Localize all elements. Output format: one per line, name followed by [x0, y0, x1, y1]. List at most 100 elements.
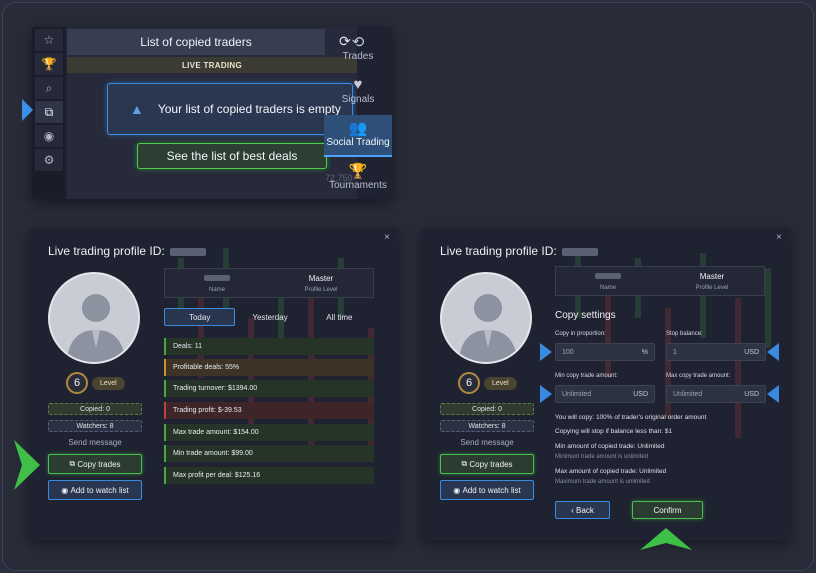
copy-icon: ⧉	[461, 459, 470, 468]
profile-title: Live trading profile ID:	[48, 244, 207, 258]
watchers-count: Watchers: 8	[440, 420, 534, 432]
period-tabs: Today Yesterday All time	[164, 308, 374, 326]
user-silhouette-icon	[66, 294, 126, 362]
proportion-input[interactable]: 100 %	[555, 343, 655, 361]
min-amount-input[interactable]: Unlimited USD	[555, 385, 655, 403]
proportion-value: 100	[562, 348, 574, 356]
stat-turnover: Trading turnover: $1394.00	[164, 380, 374, 397]
tab-today[interactable]: Today	[164, 308, 236, 326]
stop-balance-input[interactable]: 1 USD	[666, 343, 766, 361]
name-cell: Name	[165, 269, 269, 297]
send-message-link[interactable]: Send message	[440, 438, 534, 447]
pointer-arrow-icon	[767, 385, 779, 403]
nav-social-label: Social Trading	[326, 137, 390, 148]
pointer-arrow-icon	[540, 343, 552, 361]
name-label: Name	[599, 285, 616, 291]
pointer-arrow-icon	[14, 440, 40, 490]
copy-icon[interactable]: ⧉	[35, 101, 63, 123]
stat-max-trade: Max trade amount: $154.00	[164, 424, 374, 441]
max-summary-sub: Maximum trade amount is unlimited	[555, 479, 650, 485]
copied-traders-main: List of copied traders ⟳ LIVE TRADING ▲ …	[67, 27, 357, 199]
masked-id	[562, 247, 599, 256]
level-value: Master	[699, 272, 725, 281]
proportion-label: Copy in proportion:	[555, 331, 606, 337]
users-icon: 👥	[348, 120, 368, 137]
add-to-watch-list-button[interactable]: ◉ Add to watch list	[440, 480, 534, 500]
max-summary-line: Max amount of copied trade: Unlimited	[555, 468, 667, 475]
trophy-icon: 🏆	[348, 163, 368, 180]
avatar	[48, 272, 140, 364]
name-cell: Name	[556, 267, 660, 295]
max-amount-value: Unlimited	[673, 390, 703, 398]
copied-count: Copied: 0	[440, 403, 534, 415]
copy-settings-panel: Live trading profile ID: × 6 Level Copie…	[422, 228, 790, 540]
copy-trades-label: Copy trades	[77, 459, 121, 469]
profile-title-text: Live trading profile ID:	[440, 244, 557, 258]
trader-profile-panel: Live trading profile ID: × 6 Level Copie…	[30, 228, 398, 540]
stat-profit: Trading profit: $-39.53	[164, 402, 374, 419]
masked-id	[170, 247, 207, 256]
copy-trades-button[interactable]: ⧉ Copy trades	[440, 454, 534, 474]
empty-list-message: Your list of copied traders is empty	[157, 102, 341, 116]
copy-settings-title: Copy settings	[555, 310, 616, 321]
stop-balance-unit: USD	[744, 348, 759, 356]
panel-title: List of copied traders	[67, 29, 325, 55]
stop-summary-line: Copying will stop if balance less than: …	[555, 428, 673, 435]
masked-name	[204, 275, 230, 281]
add-to-watch-list-button[interactable]: ◉ Add to watch list	[48, 480, 142, 500]
gear-icon[interactable]: ⚙	[35, 149, 63, 171]
min-amount-value: Unlimited	[562, 390, 592, 398]
close-icon[interactable]: ×	[384, 232, 390, 243]
heartbeat-icon: ♥	[353, 76, 363, 93]
avatar	[440, 272, 532, 364]
best-deals-button[interactable]: See the list of best deals	[137, 143, 327, 169]
history-icon: ⟲	[351, 34, 365, 51]
confirm-button[interactable]: Confirm	[632, 501, 703, 519]
stat-min-trade: Min trade amount: $99.00	[164, 445, 374, 462]
profile-title-text: Live trading profile ID:	[48, 244, 165, 258]
pointer-arrow-icon	[540, 385, 552, 403]
min-amount-unit: USD	[633, 390, 648, 398]
copied-count: Copied: 0	[48, 403, 142, 415]
eye-icon: ◉	[453, 485, 463, 495]
left-sidebar: ☆ 🏆 ⌕ ⧉ ◉ ⚙	[32, 27, 65, 199]
profile-info-box: Name Master Profile Level	[164, 268, 374, 298]
nav-trades-label: Trades	[342, 51, 374, 62]
live-trading-bar: LIVE TRADING	[67, 57, 357, 73]
nav-trades[interactable]: ⟲ Trades	[324, 29, 392, 71]
level-label: Level	[484, 376, 517, 390]
copy-trades-label: Copy trades	[469, 459, 513, 469]
nav-signals[interactable]: ♥ Signals	[324, 72, 392, 114]
min-summary-sub: Minimum trade amount is unlimited	[555, 454, 649, 460]
min-amount-label: Min copy trade amount:	[555, 373, 618, 379]
name-label: Name	[208, 287, 225, 293]
search-icon[interactable]: ⌕	[35, 77, 63, 99]
level-badge: 6 Level	[66, 372, 125, 394]
level-number: 6	[66, 372, 88, 394]
max-amount-label: Max copy trade amount:	[666, 373, 731, 379]
copied-traders-panel: ☆ 🏆 ⌕ ⧉ ◉ ⚙ List of copied traders ⟳ LIV…	[32, 27, 392, 199]
close-icon[interactable]: ×	[776, 232, 782, 243]
profile-title: Live trading profile ID:	[440, 244, 599, 258]
star-icon[interactable]: ☆	[35, 29, 63, 51]
tab-all-time[interactable]: All time	[305, 308, 374, 326]
level-cell-label: Profile Level	[695, 285, 729, 291]
copy-trades-button[interactable]: ⧉ Copy trades	[48, 454, 142, 474]
trophy-icon[interactable]: 🏆	[35, 53, 63, 75]
level-cell-label: Profile Level	[304, 287, 338, 293]
nav-signals-label: Signals	[341, 94, 375, 105]
level-label: Level	[92, 376, 125, 390]
max-amount-unit: USD	[744, 390, 759, 398]
eye-icon[interactable]: ◉	[35, 125, 63, 147]
copy-icon: ⧉	[69, 459, 78, 468]
tab-yesterday[interactable]: Yesterday	[235, 308, 304, 326]
proportion-unit: %	[641, 348, 648, 356]
pointer-arrow-icon	[640, 528, 692, 550]
back-button[interactable]: ‹ Back	[555, 501, 610, 519]
send-message-link[interactable]: Send message	[48, 438, 142, 447]
max-amount-input[interactable]: Unlimited USD	[666, 385, 766, 403]
level-cell: Master Profile Level	[660, 267, 764, 295]
nav-social-trading[interactable]: 👥 Social Trading	[324, 115, 392, 157]
level-number: 6	[458, 372, 480, 394]
nav-tournaments[interactable]: 🏆 Tournaments	[324, 158, 392, 199]
